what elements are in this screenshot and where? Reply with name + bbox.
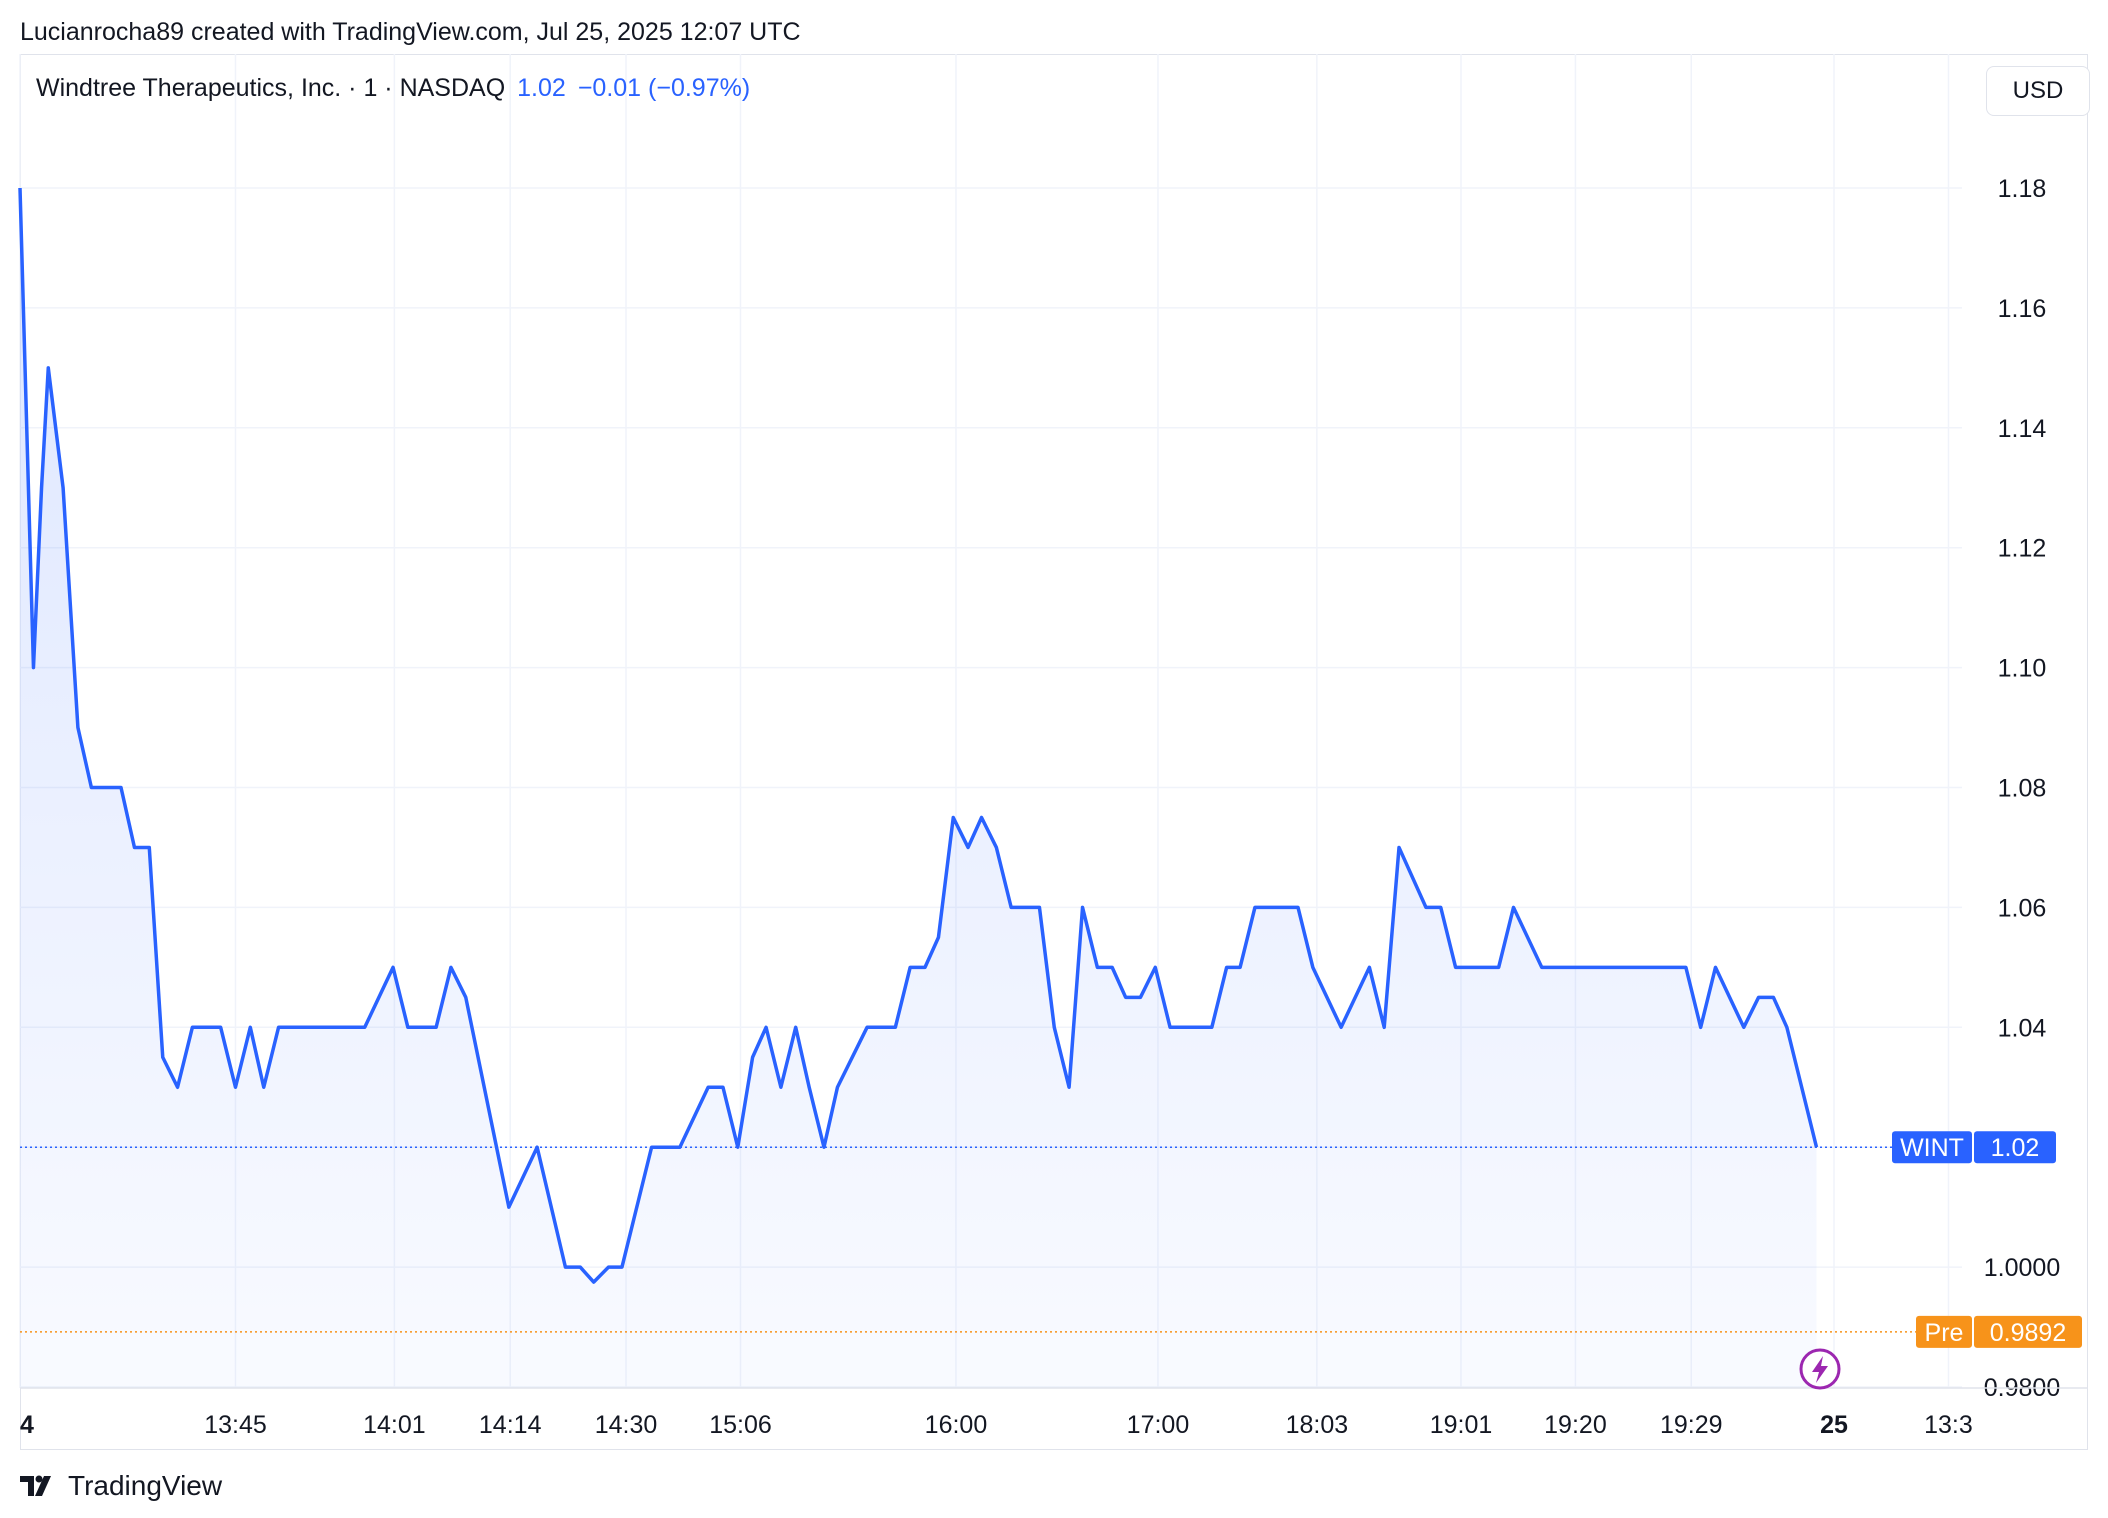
ticker-marker-label: WINT [1900,1134,1964,1162]
y-tick-label: 1.0000 [1984,1254,2060,1282]
x-tick-label: 15:06 [709,1411,772,1439]
symbol-legend: Windtree Therapeutics, Inc. · 1 · NASDAQ… [36,74,750,103]
y-tick-label: 1.18 [1998,175,2047,203]
x-tick-label: 17:00 [1127,1411,1190,1439]
y-tick-label: 1.16 [1998,295,2047,323]
y-tick-label: 1.04 [1998,1014,2047,1042]
y-tick-label: 1.06 [1998,894,2047,922]
currency-label: USD [2012,77,2064,104]
last-price-marker-value: 1.02 [1991,1134,2040,1162]
x-tick-label: 14:30 [595,1411,658,1439]
x-tick-label: 16:00 [925,1411,988,1439]
x-tick-label: 18:03 [1286,1411,1349,1439]
y-tick-label: 1.12 [1998,535,2047,563]
x-tick-label: 19:20 [1544,1411,1607,1439]
y-tick-label: 1.14 [1998,415,2047,443]
price-markers: WINT 1.02 Pre 0.9892 [1892,1131,2082,1348]
x-tick-label: 14:14 [479,1411,542,1439]
footer-branding: TradingView [20,1470,222,1502]
x-tick-label: 14:01 [363,1411,426,1439]
premarket-marker-label: Pre [1925,1319,1964,1347]
symbol-description: Windtree Therapeutics, Inc. · 1 · NASDAQ [36,74,506,102]
legend-change: −0.01 (−0.97%) [577,74,751,102]
y-tick-label: 1.08 [1998,775,2047,803]
legend-price: 1.02 [517,74,566,102]
currency-button[interactable]: USD [1986,66,2090,116]
tradingview-brand: TradingView [68,1470,223,1501]
x-tick-label: 25 [1820,1411,1848,1439]
x-tick-label: 19:01 [1430,1411,1493,1439]
y-tick-label: 1.10 [1998,655,2047,683]
x-axis: 4 13:45 14:01 14:14 14:30 15:06 16:00 17:00 18:0… [20,1387,2088,1439]
x-tick-label: 19:29 [1660,1411,1723,1439]
lightning-bolt-icon[interactable] [1799,1348,1841,1390]
x-tick-label: 4 [20,1411,34,1439]
y-axis: 1.181.161.141.121.101.081.061.041.00000.… [1984,175,2060,1402]
price-chart[interactable]: 1.18 1.16 1.14 1.12 1.10 1.08 1.06 1.04 1.0000 0.… [0,0,2108,1518]
x-tick-label: 13:3 [1924,1411,1973,1439]
x-tick-label: 13:45 [204,1411,267,1439]
tradingview-logo-icon [20,1475,51,1496]
premarket-marker-value: 0.9892 [1990,1319,2066,1347]
